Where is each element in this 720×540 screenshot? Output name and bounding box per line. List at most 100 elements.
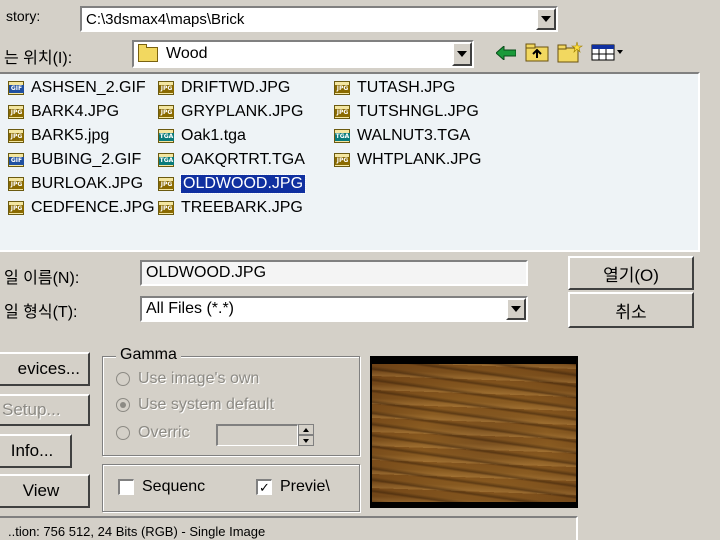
setup-button: Setup... [0, 394, 90, 426]
file-item[interactable]: JPG GRYPLANK.JPG [158, 102, 303, 122]
look-in-value: Wood [166, 45, 208, 62]
file-name: TUTASH.JPG [357, 79, 456, 96]
file-name: ASHSEN_2.GIF [31, 79, 146, 96]
status-text: ..tion: 756 512, 24 Bits (RGB) - Single … [8, 524, 266, 539]
jpg-file-icon: JPG [8, 128, 26, 144]
gif-file-icon: GIF [8, 152, 26, 168]
file-name-value: OLDWOOD.JPG [146, 264, 267, 281]
chevron-down-icon [457, 51, 467, 57]
jpg-file-icon: JPG [158, 104, 176, 120]
sequence-checkbox-row[interactable]: Sequenc [118, 478, 226, 496]
file-type-value: All Files (*.*) [146, 300, 235, 317]
jpg-file-icon: JPG [334, 152, 352, 168]
view-button[interactable]: View [0, 474, 90, 508]
gamma-option-system: Use system default [116, 396, 274, 414]
radio-override [116, 426, 130, 440]
look-in-combobox[interactable]: Wood [132, 40, 474, 68]
gamma-option-own-label: Use image's own [138, 370, 260, 387]
jpg-file-icon: JPG [8, 104, 26, 120]
file-name: TREEBARK.JPG [181, 199, 303, 216]
file-list-items: GIF ASHSEN_2.GIF JPG BARK4.JPG JPG BARK5.jpg G… [0, 74, 698, 250]
file-item[interactable]: GIF ASHSEN_2.GIF [8, 78, 146, 98]
look-in-dropdown-button[interactable] [452, 42, 472, 66]
file-item[interactable]: JPG TREEBARK.JPG [158, 198, 303, 218]
spinner-down-icon [298, 435, 314, 446]
file-item[interactable]: JPG DRIFTWD.JPG [158, 78, 290, 98]
history-dropdown-button[interactable] [536, 8, 556, 30]
file-item[interactable]: JPG BARK5.jpg [8, 126, 109, 146]
folder-icon [138, 43, 158, 62]
history-combobox[interactable]: C:\3dsmax4\maps\Brick [80, 6, 558, 32]
file-type-combobox[interactable]: All Files (*.*) [140, 296, 528, 322]
file-item[interactable]: JPG BURLOAK.JPG [8, 174, 143, 194]
tga-file-icon: TGA [158, 152, 176, 168]
file-name: OLDWOOD.JPG [179, 174, 307, 194]
file-item[interactable]: JPG CEDFENCE.JPG [8, 198, 155, 218]
file-type-dropdown-button[interactable] [506, 298, 526, 320]
jpg-file-icon: JPG [158, 80, 176, 96]
gamma-option-override-label: Overric [138, 424, 190, 441]
radio-system [116, 398, 130, 412]
tga-file-icon: TGA [334, 128, 352, 144]
view-menu-icon[interactable] [590, 40, 626, 64]
history-value: C:\3dsmax4\maps\Brick [86, 10, 245, 28]
file-item[interactable]: JPG BARK4.JPG [8, 102, 119, 122]
back-arrow-icon[interactable] [494, 42, 518, 64]
file-item[interactable]: TGA Oak1.tga [158, 126, 246, 146]
file-name: WALNUT3.TGA [357, 127, 471, 144]
override-spinner-buttons [298, 424, 314, 446]
radio-own [116, 372, 130, 386]
jpg-file-icon: JPG [8, 176, 26, 192]
info-button[interactable]: Info... [0, 434, 72, 468]
file-item[interactable]: JPG TUTASH.JPG [334, 78, 455, 98]
file-name-input[interactable]: OLDWOOD.JPG [140, 260, 528, 286]
jpg-file-icon: JPG [8, 200, 26, 216]
file-name: WHTPLANK.JPG [357, 151, 482, 168]
override-spinner-field [216, 424, 298, 446]
file-name: BARK5.jpg [31, 127, 110, 144]
gif-file-icon: GIF [8, 80, 26, 96]
file-name: GRYPLANK.JPG [181, 103, 304, 120]
file-name: BARK4.JPG [31, 103, 120, 120]
preview-checkbox-row[interactable]: ✓ Previe\ [256, 478, 346, 496]
gamma-option-own: Use image's own [116, 370, 259, 388]
chevron-down-icon [511, 306, 521, 312]
file-item[interactable]: JPG OLDWOOD.JPG [158, 174, 307, 194]
preview-label: Previe\ [280, 478, 330, 495]
file-name: BUBING_2.GIF [31, 151, 142, 168]
gamma-option-override: Overric [116, 424, 190, 442]
sequence-checkbox[interactable] [118, 479, 134, 495]
file-name: DRIFTWD.JPG [181, 79, 291, 96]
cancel-button[interactable]: 취소 [568, 292, 694, 328]
file-type-label: 일 형식(T): [4, 304, 78, 321]
devices-button[interactable]: evices... [0, 352, 90, 386]
jpg-file-icon: JPG [334, 80, 352, 96]
file-item[interactable]: JPG TUTSHNGL.JPG [334, 102, 479, 122]
jpg-file-icon: JPG [158, 200, 176, 216]
file-name-label: 일 이름(N): [4, 270, 80, 287]
file-item[interactable]: GIF BUBING_2.GIF [8, 150, 141, 170]
tga-file-icon: TGA [158, 128, 176, 144]
preview-image-frame [370, 356, 578, 508]
jpg-file-icon: JPG [158, 176, 176, 192]
file-item[interactable]: TGA WALNUT3.TGA [334, 126, 470, 146]
status-bar: ..tion: 756 512, 24 Bits (RGB) - Single … [0, 516, 578, 540]
spinner-up-icon [298, 424, 314, 435]
wood-texture-image [372, 364, 576, 502]
open-button[interactable]: 열기(O) [568, 256, 694, 290]
up-folder-icon[interactable] [524, 40, 550, 64]
look-in-label: 는 위치(I): [4, 50, 73, 67]
gamma-title: Gamma [116, 346, 181, 364]
history-label: story: [6, 8, 41, 24]
file-name: TUTSHNGL.JPG [357, 103, 479, 120]
file-list[interactable]: GIF ASHSEN_2.GIF JPG BARK4.JPG JPG BARK5.jpg G… [0, 72, 700, 252]
sequence-label: Sequenc [142, 478, 206, 495]
file-item[interactable]: JPG WHTPLANK.JPG [334, 150, 481, 170]
new-folder-icon[interactable] [556, 40, 584, 64]
preview-checkbox[interactable]: ✓ [256, 479, 272, 495]
gamma-option-system-label: Use system default [138, 396, 275, 413]
file-item[interactable]: TGA OAKQRTRT.TGA [158, 150, 305, 170]
jpg-file-icon: JPG [334, 104, 352, 120]
file-name: Oak1.tga [181, 127, 246, 144]
file-name: BURLOAK.JPG [31, 175, 144, 192]
